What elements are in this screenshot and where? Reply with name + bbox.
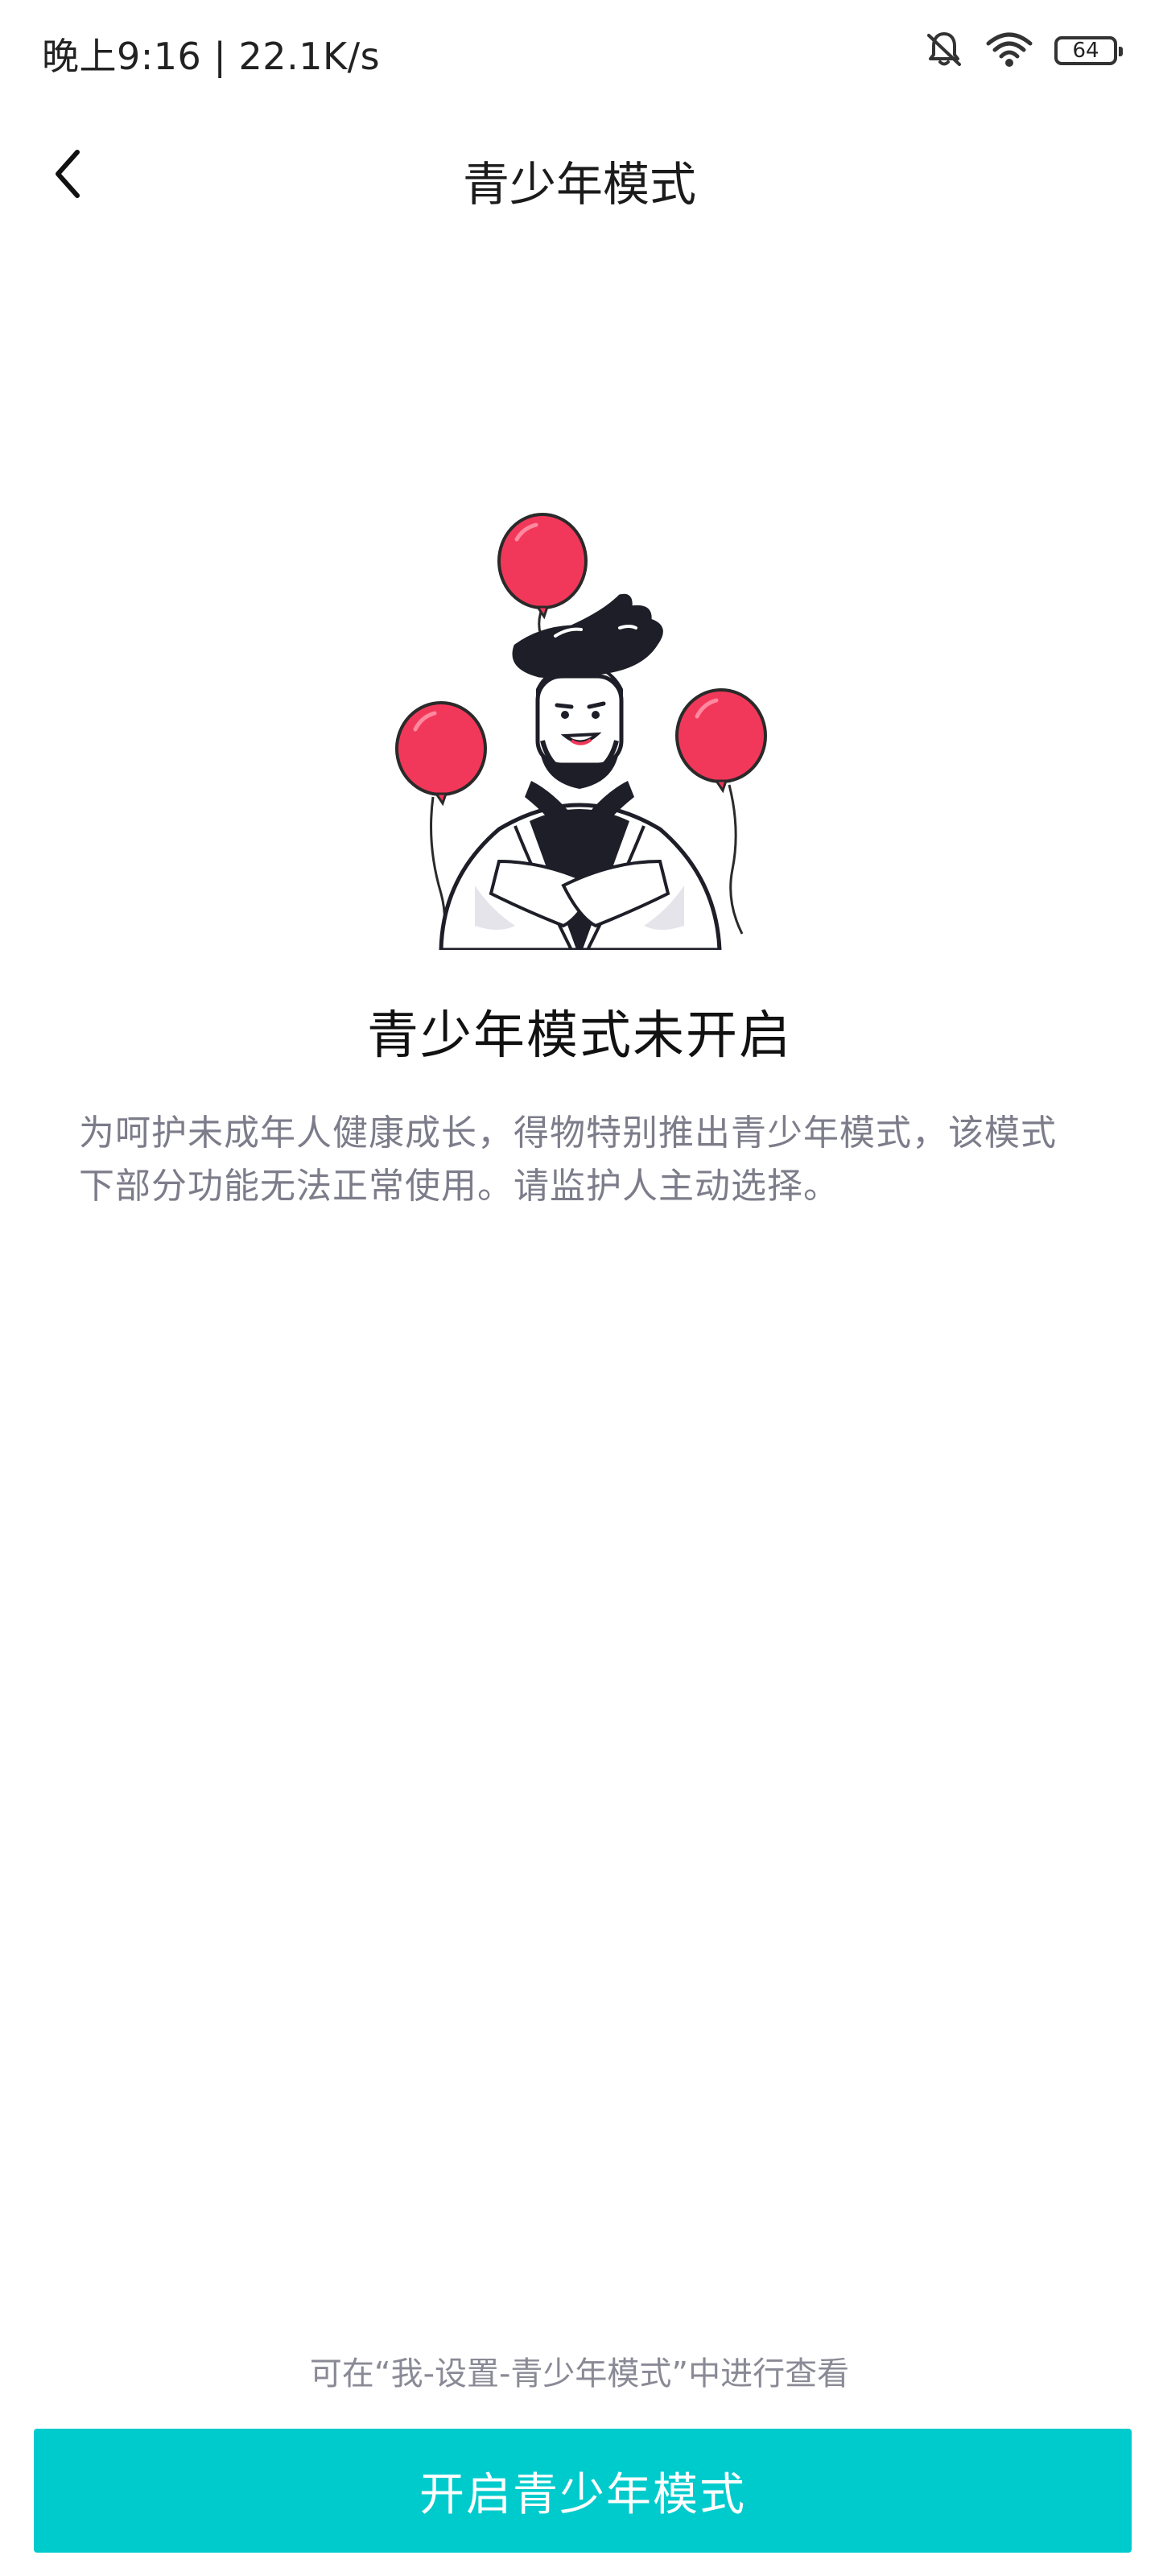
- nav-bar: 青少年模式: [0, 121, 1159, 233]
- wifi-icon: [985, 31, 1033, 71]
- battery-level: 64: [1072, 39, 1099, 63]
- bell-muted-icon: [924, 29, 964, 72]
- teen-mode-description: 为呵护未成年人健康成长，得物特别推出青少年模式，该模式下部分功能无法正常使用。请…: [79, 1113, 1057, 1207]
- status-time-speed: 晚上9:16 | 22.1K/s: [42, 35, 381, 78]
- enable-teen-mode-button[interactable]: 开启青少年模式: [34, 2429, 1132, 2553]
- character-with-balloons-illustration: [378, 507, 781, 958]
- status-bar: 晚上9:16 | 22.1K/s 64: [0, 0, 1159, 105]
- teen-mode-status-heading: 青少年模式未开启: [367, 1006, 792, 1066]
- settings-path-hint: 可在“我-设置-青少年模式”中进行查看: [309, 2355, 850, 2392]
- page-title: 青少年模式: [462, 157, 696, 212]
- status-icons: 64: [924, 29, 1123, 72]
- battery-icon: 64: [1054, 36, 1123, 65]
